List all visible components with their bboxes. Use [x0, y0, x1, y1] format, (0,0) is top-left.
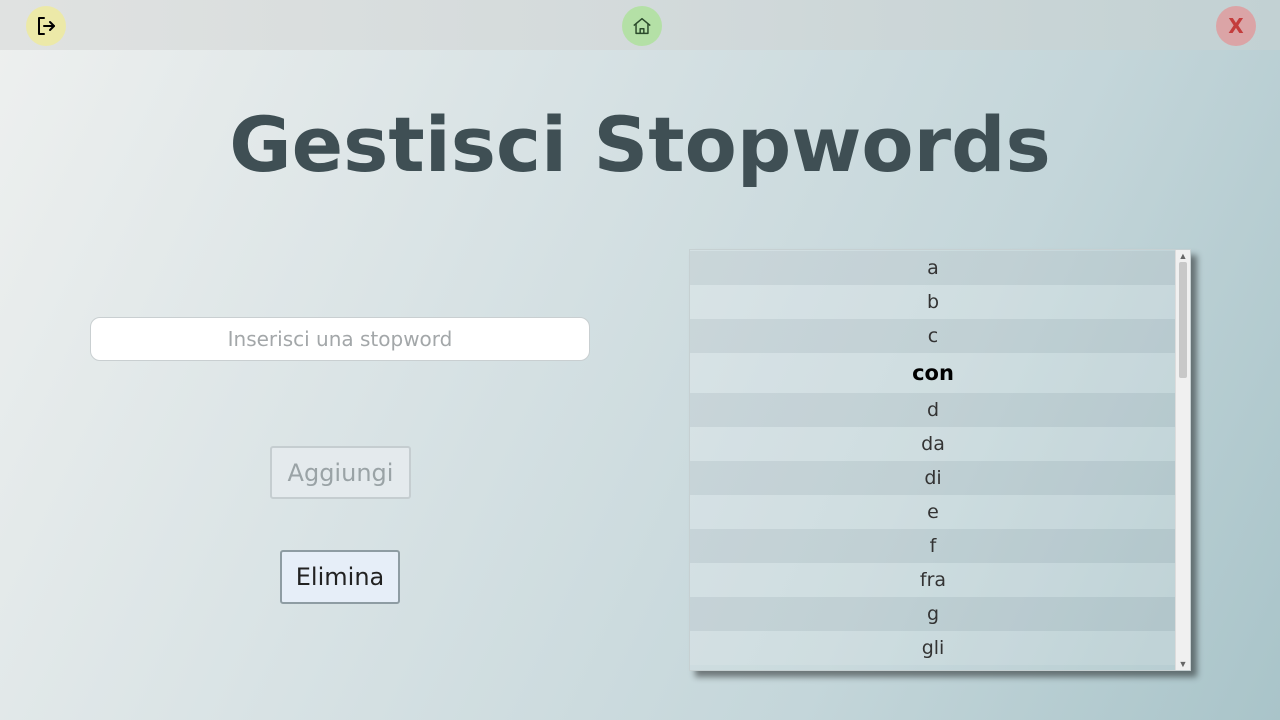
close-button[interactable]: X	[1216, 6, 1256, 46]
list-item[interactable]: di	[690, 461, 1176, 495]
list-item[interactable]: f	[690, 529, 1176, 563]
list-item[interactable]: d	[690, 393, 1176, 427]
logout-icon	[38, 17, 55, 35]
scroll-down-icon[interactable]: ▼	[1176, 658, 1190, 670]
list-item[interactable]: gli	[690, 631, 1176, 665]
list-item[interactable]: b	[690, 285, 1176, 319]
list-item[interactable]: e	[690, 495, 1176, 529]
logout-button[interactable]	[26, 6, 66, 46]
close-icon: X	[1228, 14, 1244, 38]
list-item[interactable]: da	[690, 427, 1176, 461]
delete-button[interactable]: Elimina	[280, 550, 400, 604]
top-bar: X	[0, 0, 1280, 50]
scroll-up-icon[interactable]: ▲	[1176, 250, 1190, 262]
list-item[interactable]: fra	[690, 563, 1176, 597]
list-item[interactable]: g	[690, 597, 1176, 631]
list-item[interactable]: con	[690, 353, 1176, 393]
stopwords-list[interactable]: a b c con d da di e f fra g gli ▲ ▼	[689, 249, 1191, 671]
list-item[interactable]: c	[690, 319, 1176, 353]
add-button[interactable]: Aggiungi	[270, 446, 411, 499]
home-button[interactable]	[622, 6, 662, 46]
list-scrollbar[interactable]: ▲ ▼	[1175, 250, 1190, 670]
list-item[interactable]: a	[690, 251, 1176, 285]
page-title: Gestisci Stopwords	[229, 100, 1051, 189]
scroll-thumb[interactable]	[1179, 262, 1187, 378]
stopword-input[interactable]	[90, 317, 590, 361]
home-icon	[633, 17, 651, 35]
